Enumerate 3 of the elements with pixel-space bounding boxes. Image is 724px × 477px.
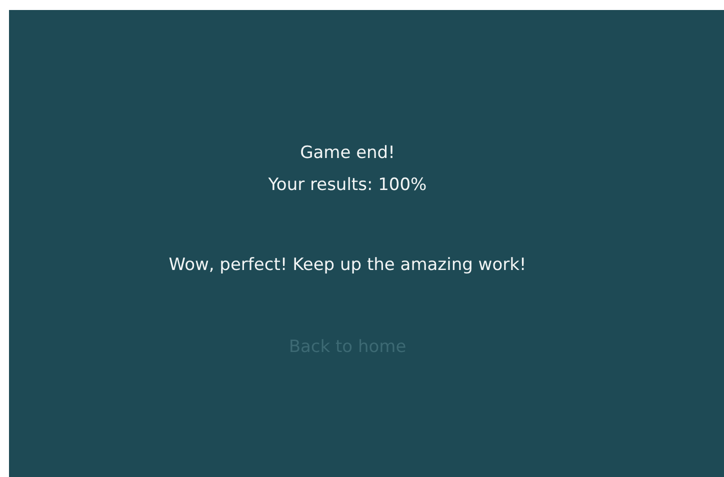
game-end-heading: Game end! xyxy=(300,142,395,165)
score-text: Your results: 100% xyxy=(268,174,427,197)
feedback-message: Wow, perfect! Keep up the amazing work! xyxy=(168,255,526,275)
